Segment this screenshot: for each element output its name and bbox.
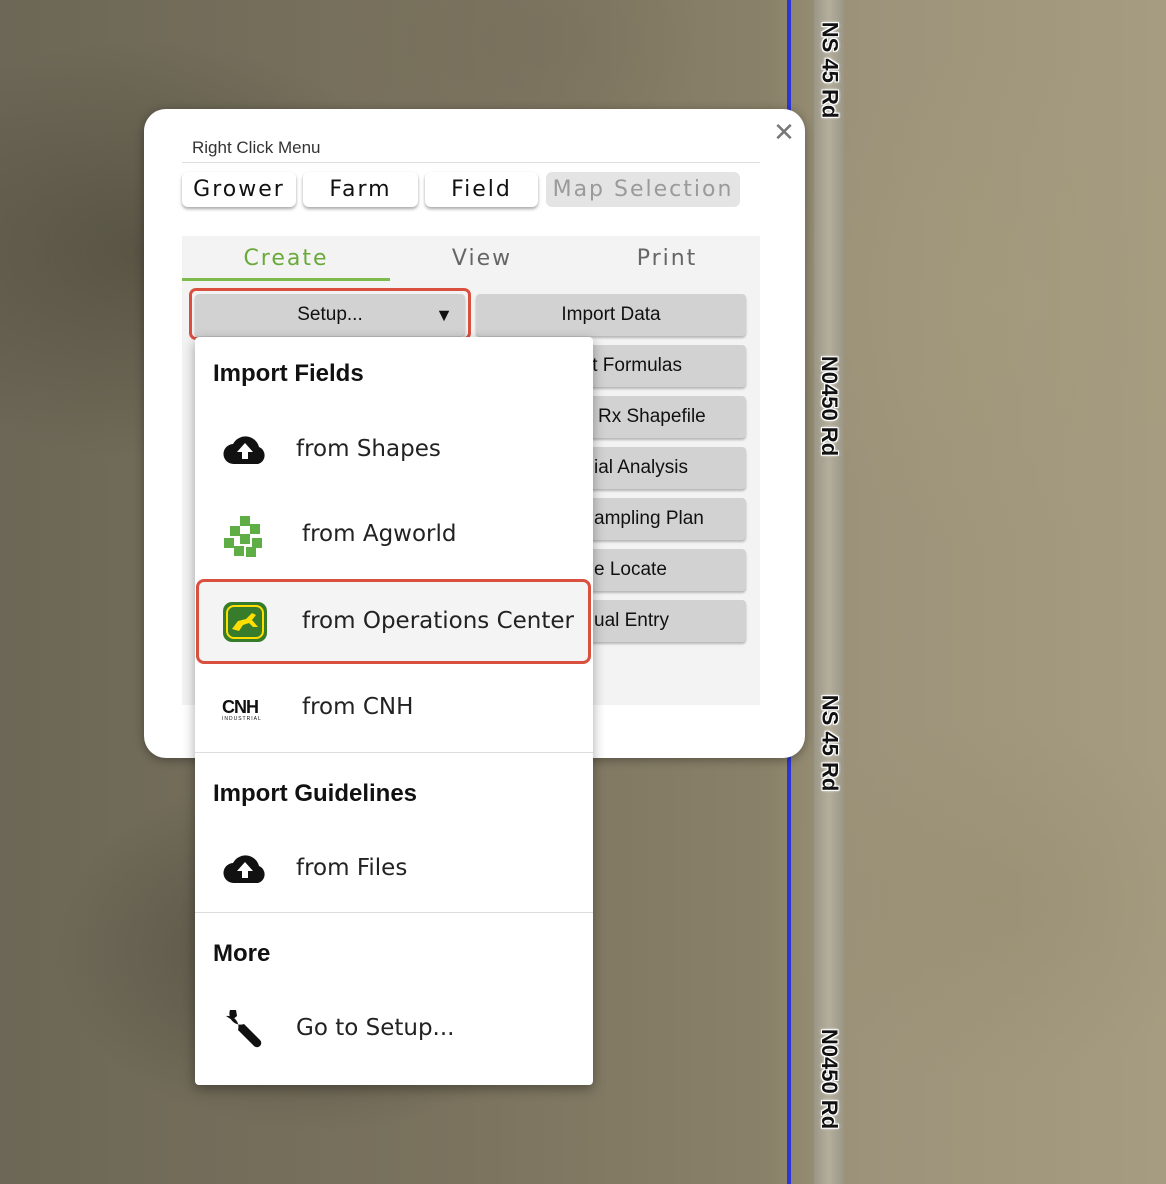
road-label: N0450 Rd xyxy=(817,1028,842,1130)
button-label: ual Entry xyxy=(594,610,669,631)
tab-map-selection[interactable]: Map Selection xyxy=(546,172,740,207)
import-data-button[interactable]: Import Data xyxy=(476,294,746,336)
menu-item-go-to-setup[interactable]: Go to Setup... xyxy=(296,1015,454,1041)
road-label: NS 45 Rd xyxy=(817,694,842,792)
tab-grower[interactable]: Grower xyxy=(182,172,296,207)
wrench-icon xyxy=(222,1006,266,1050)
button-label: e Locate xyxy=(594,559,667,580)
subtab-print[interactable]: Print xyxy=(576,246,758,271)
cloud-upload-icon xyxy=(222,433,268,467)
divider xyxy=(195,752,593,753)
menu-item-from-operations-center[interactable]: from Operations Center xyxy=(302,608,574,634)
road-label: N0450 Rd xyxy=(817,355,842,457)
cnh-industrial-logo-icon: CNH INDUSTRIAL xyxy=(222,698,268,724)
divider xyxy=(195,912,593,913)
subtab-create[interactable]: Create xyxy=(182,246,390,271)
divider xyxy=(182,162,760,163)
button-label: Rx Shapefile xyxy=(598,406,706,427)
menu-item-from-cnh[interactable]: from CNH xyxy=(302,694,413,720)
cnh-logo-text: CNH xyxy=(222,697,259,717)
cloud-upload-icon xyxy=(222,852,268,886)
close-icon[interactable]: ✕ xyxy=(773,119,795,145)
chevron-down-icon: ▼ xyxy=(435,305,453,325)
road xyxy=(814,0,844,1184)
button-label: ial Analysis xyxy=(594,457,688,478)
tab-field[interactable]: Field xyxy=(425,172,538,207)
subtab-view[interactable]: View xyxy=(396,246,568,271)
section-heading-more: More xyxy=(213,940,271,967)
menu-item-from-shapes[interactable]: from Shapes xyxy=(296,436,441,462)
menu-item-from-files[interactable]: from Files xyxy=(296,855,407,881)
button-label: it Formulas xyxy=(588,355,682,376)
button-label: ampling Plan xyxy=(594,508,704,529)
agworld-logo-icon xyxy=(222,514,268,558)
john-deere-logo-icon xyxy=(222,601,268,643)
active-tab-underline xyxy=(182,278,390,281)
setup-label: Setup... xyxy=(297,304,363,325)
menu-item-from-agworld[interactable]: from Agworld xyxy=(302,521,457,547)
tab-farm[interactable]: Farm xyxy=(303,172,418,207)
setup-dropdown-button[interactable]: Setup... ▼ xyxy=(195,294,465,336)
road-label: NS 45 Rd xyxy=(817,21,842,119)
cnh-logo-subtext: INDUSTRIAL xyxy=(222,716,262,722)
section-heading-import-fields: Import Fields xyxy=(213,360,364,387)
section-heading-import-guidelines: Import Guidelines xyxy=(213,780,418,807)
panel-title: Right Click Menu xyxy=(192,138,321,157)
